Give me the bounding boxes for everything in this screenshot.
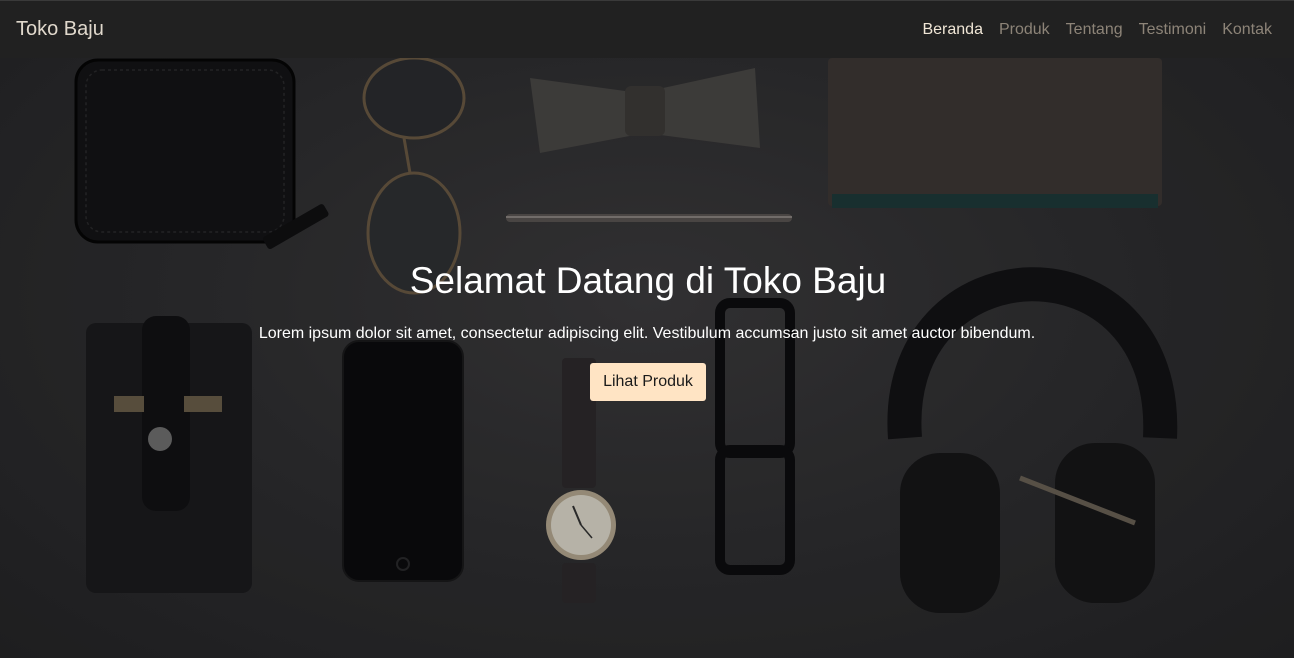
- navbar: Toko Baju Beranda Produk Tentang Testimo…: [0, 0, 1294, 58]
- brand-link[interactable]: Toko Baju: [16, 18, 104, 41]
- hero-content: Selamat Datang di Toko Baju Lorem ipsum …: [0, 58, 1294, 658]
- nav-link-testimoni[interactable]: Testimoni: [1139, 21, 1207, 39]
- nav-link-produk[interactable]: Produk: [999, 21, 1050, 39]
- nav-link-tentang[interactable]: Tentang: [1066, 21, 1123, 39]
- nav-links: Beranda Produk Tentang Testimoni Kontak: [922, 21, 1272, 39]
- hero-section: Selamat Datang di Toko Baju Lorem ipsum …: [0, 58, 1294, 658]
- hero-subtitle: Lorem ipsum dolor sit amet, consectetur …: [258, 325, 1036, 342]
- hero-title: Selamat Datang di Toko Baju: [409, 260, 887, 301]
- nav-link-beranda[interactable]: Beranda: [922, 21, 983, 39]
- view-products-button[interactable]: Lihat Produk: [590, 363, 706, 401]
- nav-link-kontak[interactable]: Kontak: [1222, 21, 1272, 39]
